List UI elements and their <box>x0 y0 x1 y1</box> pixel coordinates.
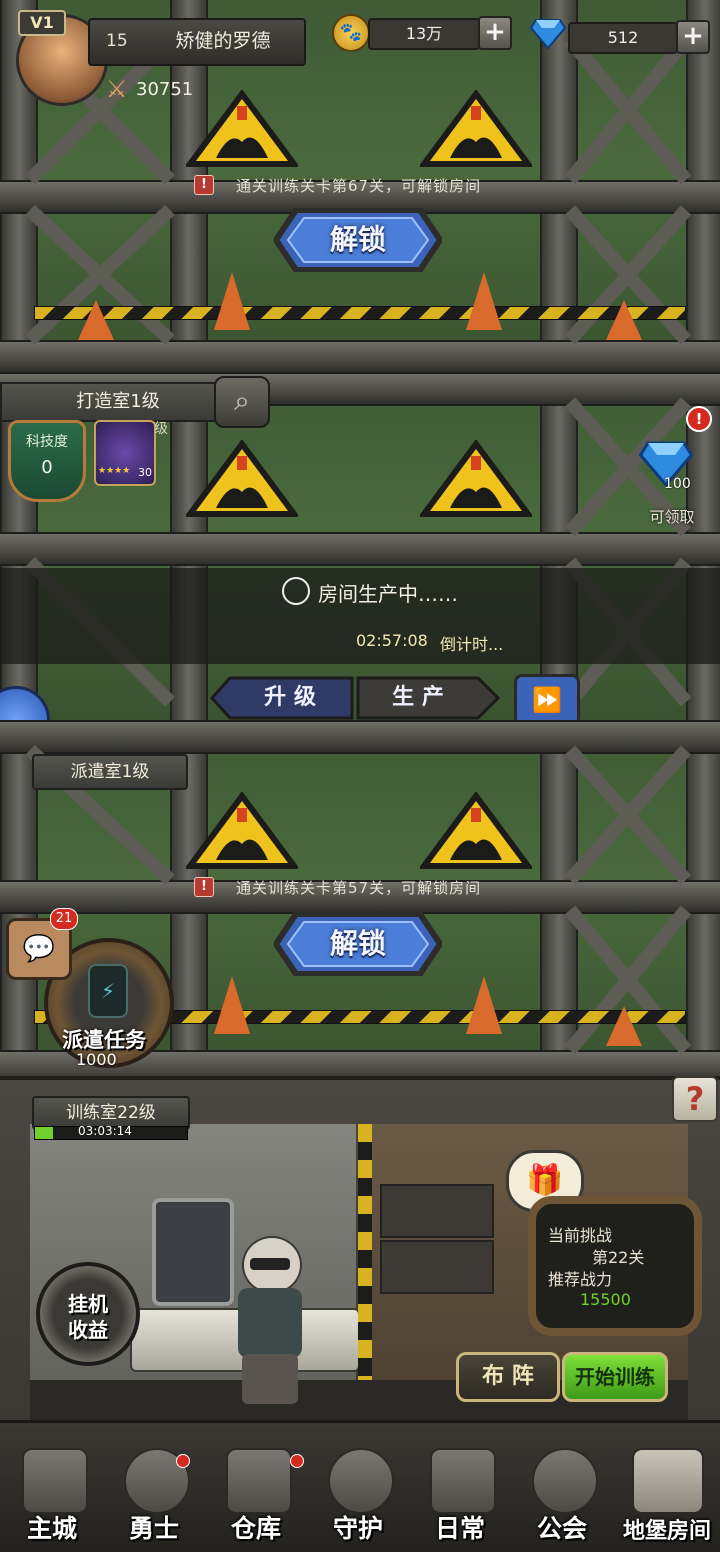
player-name: 矫健的罗德 <box>175 30 271 52</box>
tech-badge: 科技度 0 <box>8 420 86 502</box>
player-level: 15 <box>106 31 128 51</box>
traffic-cone <box>78 300 114 340</box>
training-door <box>152 1198 234 1306</box>
help-button[interactable]: ? <box>672 1076 718 1122</box>
nav-warrior-label: 勇士 <box>128 1514 179 1543</box>
alert-icon: ! <box>194 877 214 897</box>
training-timer: 03:03:14 <box>78 1124 132 1138</box>
power-icon: ⚔ <box>106 75 128 103</box>
formation-label: 布 阵 <box>482 1364 534 1389</box>
guild-icon <box>532 1448 598 1514</box>
nav-bunker-room[interactable]: 地堡房间 <box>614 1440 720 1549</box>
weapon-shelf <box>380 1184 494 1238</box>
upgrade-button[interactable]: 升 级 <box>210 676 354 720</box>
item-slot[interactable]: 级 ★★★★ 30 <box>94 420 168 486</box>
guardian-icon <box>328 1448 394 1514</box>
rec-power-value: 15500 <box>580 1290 631 1309</box>
traffic-cone <box>606 1006 642 1046</box>
unlock-dispatch-label: 解锁 <box>329 927 386 960</box>
gem-icon <box>529 18 567 50</box>
nav-guardian-label: 守护 <box>332 1514 383 1543</box>
unlock-hint-dispatch: 通关训练关卡第57关，可解锁房间 <box>236 879 482 897</box>
reward-claim-label[interactable]: 可领取 <box>640 506 704 527</box>
nav-guild[interactable]: 公会 <box>512 1440 612 1549</box>
unlock-room1-label: 解锁 <box>329 223 386 256</box>
nav-warehouse[interactable]: 仓库 <box>206 1440 306 1549</box>
bunker-icon <box>632 1448 704 1514</box>
clock-icon <box>282 577 310 605</box>
rec-power-label: 推荐战力 <box>548 1270 613 1289</box>
start-training-label: 开始训练 <box>575 1365 655 1389</box>
produce-button[interactable]: 生 产 <box>356 676 500 720</box>
traffic-cone <box>214 272 250 330</box>
star-icon: ★★★★ <box>98 466 131 476</box>
idle-label-2: 收益 <box>68 1318 108 1342</box>
item-suffix: 级 <box>154 421 168 437</box>
nav-guild-label: 公会 <box>536 1514 587 1543</box>
unlock-room1-button[interactable]: 解锁 <box>274 208 442 272</box>
fast-forward-button[interactable]: ⏩ <box>514 674 580 726</box>
warning-sign-icon <box>186 90 298 167</box>
idle-reward-gear[interactable]: 挂机 收益 <box>36 1262 140 1366</box>
countdown-suffix: 倒计时... <box>440 635 504 654</box>
warning-sign-icon <box>420 792 532 869</box>
traffic-cone <box>606 300 642 340</box>
production-status: 房间生产中…… <box>318 582 458 606</box>
idle-label-1: 挂机 <box>68 1292 108 1316</box>
formation-button[interactable]: 布 阵 <box>456 1352 560 1402</box>
traffic-cone <box>214 976 250 1034</box>
nav-warehouse-label: 仓库 <box>230 1514 281 1543</box>
nav-bunker-room-label: 地堡房间 <box>622 1519 711 1544</box>
gem-amount: 512 <box>568 22 678 54</box>
vip-badge: V1 <box>18 10 66 36</box>
forge-room-title: 打造室1级 <box>0 382 236 422</box>
challenge-monitor: 当前挑战 第22关 推荐战力 15500 <box>528 1196 702 1336</box>
nav-daily-label: 日常 <box>434 1514 485 1543</box>
alert-icon: ! <box>194 175 214 195</box>
add-paw-coin-button[interactable]: + <box>478 16 512 50</box>
warning-sign-icon <box>420 440 532 517</box>
tech-label: 科技度 <box>26 434 68 450</box>
challenge-label: 当前挑战 <box>548 1226 613 1245</box>
dispatch-task-value: 1000 <box>76 1050 117 1069</box>
paw-coin-amount: 13万 <box>368 18 480 50</box>
start-training-button[interactable]: 开始训练 <box>562 1352 668 1402</box>
add-gem-button[interactable]: + <box>676 20 710 54</box>
traffic-cone <box>466 976 502 1034</box>
warehouse-icon <box>226 1448 292 1514</box>
character-sprite[interactable] <box>228 1236 312 1408</box>
search-icon[interactable]: ⌕ <box>214 376 270 428</box>
warning-sign-icon <box>186 440 298 517</box>
notification-dot <box>290 1454 304 1468</box>
battery-icon: ⚡ <box>88 964 128 1018</box>
nav-warrior[interactable]: 勇士 <box>104 1440 204 1549</box>
tech-value: 0 <box>41 457 53 478</box>
nav-main-city-label: 主城 <box>26 1514 77 1543</box>
produce-label: 生 产 <box>392 685 444 710</box>
weapon-shelf <box>380 1240 494 1294</box>
nav-guardian[interactable]: 守护 <box>308 1440 408 1549</box>
traffic-cone <box>466 272 502 330</box>
hazard-pillar <box>358 1124 372 1424</box>
hazard-stripe <box>34 306 686 320</box>
upgrade-label: 升 级 <box>264 685 316 710</box>
reward-alert-icon: ! <box>686 406 712 432</box>
countdown-timer: 02:57:08 <box>356 631 428 650</box>
nav-daily[interactable]: 日常 <box>410 1440 510 1549</box>
notification-dot <box>176 1454 190 1468</box>
reward-amount: 100 <box>664 476 691 492</box>
nav-main-city[interactable]: 主城 <box>2 1440 102 1549</box>
unlock-dispatch-button[interactable]: 解锁 <box>274 912 442 976</box>
chat-badge: 21 <box>50 908 78 930</box>
paw-coin-icon: 🐾 <box>332 14 370 52</box>
item-count: 30 <box>138 466 152 479</box>
castle-icon <box>22 1448 88 1514</box>
warning-sign-icon <box>186 792 298 869</box>
unlock-hint-room1: 通关训练关卡第67关，可解锁房间 <box>236 177 482 195</box>
challenge-stage: 第22关 <box>592 1248 645 1267</box>
dispatch-room-title: 派遣室1级 <box>32 754 188 790</box>
daily-icon <box>430 1448 496 1514</box>
warning-sign-icon <box>420 90 532 167</box>
